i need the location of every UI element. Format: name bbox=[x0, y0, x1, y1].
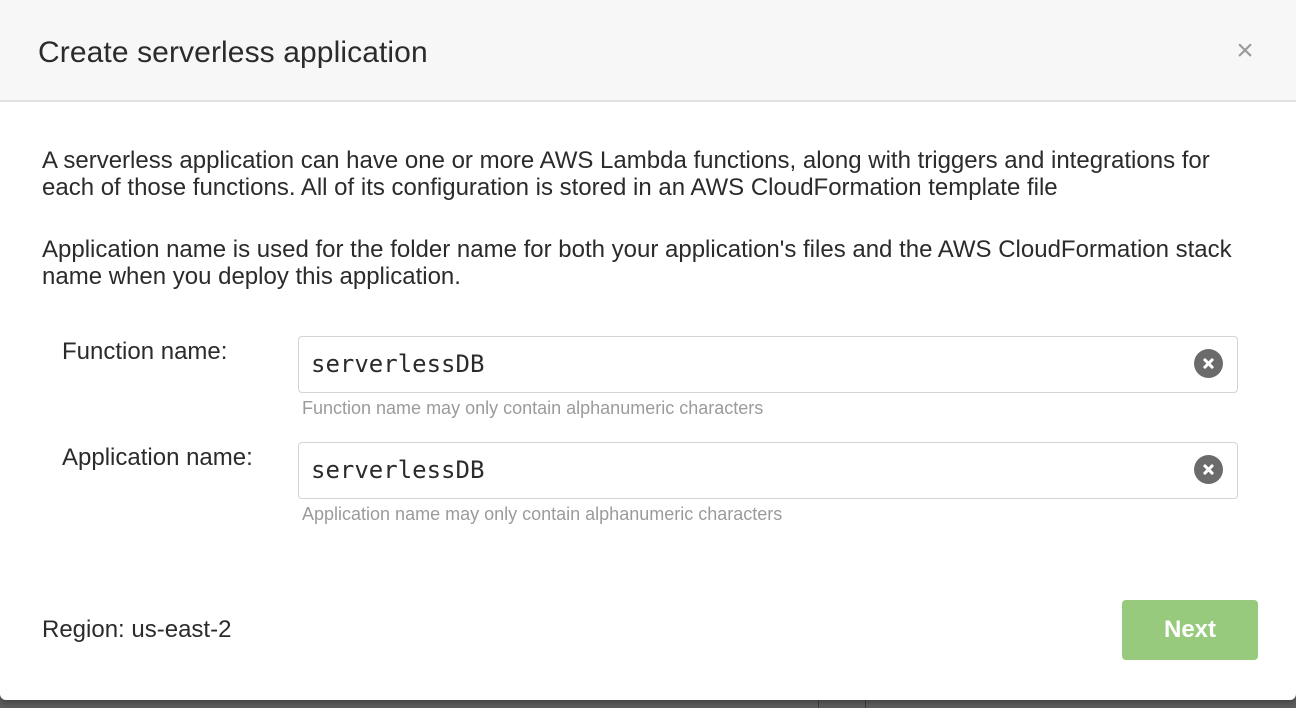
application-name-hint: Application name may only contain alphan… bbox=[302, 504, 783, 524]
dialog-description-app-name: Application name is used for the folder … bbox=[42, 236, 1232, 290]
dialog-title: Create serverless application bbox=[38, 36, 428, 69]
function-name-hint: Function name may only contain alphanume… bbox=[302, 398, 764, 418]
next-button[interactable]: Next bbox=[1122, 600, 1258, 660]
application-name-label: Application name: bbox=[62, 444, 253, 471]
dialog-header: Create serverless application × bbox=[0, 0, 1296, 102]
function-name-input[interactable] bbox=[311, 337, 1171, 391]
function-name-label: Function name: bbox=[62, 338, 228, 365]
create-serverless-app-dialog: Create serverless application × A server… bbox=[0, 0, 1296, 700]
dialog-description: A serverless application can have one or… bbox=[42, 147, 1210, 201]
application-name-input[interactable] bbox=[311, 443, 1171, 497]
clear-icon[interactable] bbox=[1194, 349, 1223, 378]
region-label: Region: us-east-2 bbox=[42, 616, 232, 643]
function-name-field bbox=[298, 336, 1238, 393]
application-name-field bbox=[298, 442, 1238, 499]
close-icon[interactable]: × bbox=[1230, 36, 1260, 66]
clear-icon[interactable] bbox=[1194, 455, 1223, 484]
